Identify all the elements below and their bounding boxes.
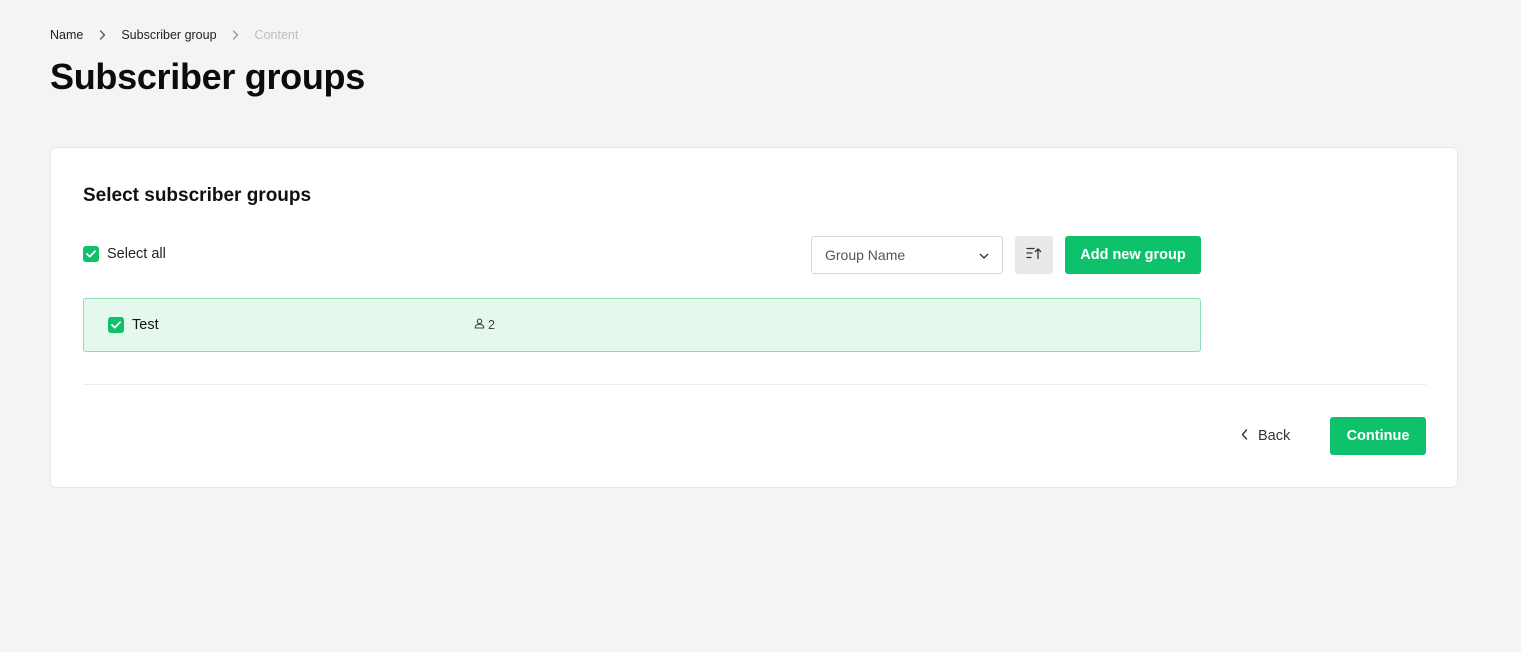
select-all-label: Select all	[107, 246, 166, 262]
chevron-right-icon	[229, 30, 243, 40]
back-label: Back	[1258, 428, 1291, 444]
add-new-group-button[interactable]: Add new group	[1065, 236, 1201, 274]
group-row[interactable]: Test 2	[83, 298, 1201, 352]
group-name: Test	[132, 317, 159, 333]
group-subscriber-count: 2	[474, 318, 495, 332]
chevron-down-icon	[979, 247, 989, 263]
select-all-checkbox[interactable]: Select all	[83, 246, 166, 262]
chevron-right-icon	[95, 30, 109, 40]
check-icon[interactable]	[108, 317, 124, 333]
sort-direction-button[interactable]	[1015, 236, 1053, 274]
card-title: Select subscriber groups	[83, 185, 312, 206]
continue-button[interactable]: Continue	[1330, 417, 1426, 455]
check-icon[interactable]	[83, 246, 99, 262]
sort-field-dropdown[interactable]: Group Name	[811, 236, 1003, 274]
breadcrumb-item-name[interactable]: Name	[50, 28, 83, 42]
breadcrumb-item-content: Content	[254, 28, 299, 42]
back-button[interactable]: Back	[1241, 417, 1290, 455]
breadcrumb-item-subscriber-group[interactable]: Subscriber group	[121, 28, 216, 42]
page-title: Subscriber groups	[50, 56, 365, 97]
breadcrumb: Name Subscriber group Content	[50, 28, 298, 42]
page: Name Subscriber group Content Subscriber…	[0, 0, 1521, 652]
subscriber-count-value: 2	[488, 318, 495, 332]
divider	[83, 384, 1426, 385]
sort-ascending-icon	[1026, 246, 1042, 265]
chevron-left-icon	[1241, 428, 1248, 444]
sort-field-value: Group Name	[825, 247, 906, 263]
user-icon	[474, 318, 485, 332]
select-groups-card: Select subscriber groups Select all Grou…	[50, 147, 1458, 488]
